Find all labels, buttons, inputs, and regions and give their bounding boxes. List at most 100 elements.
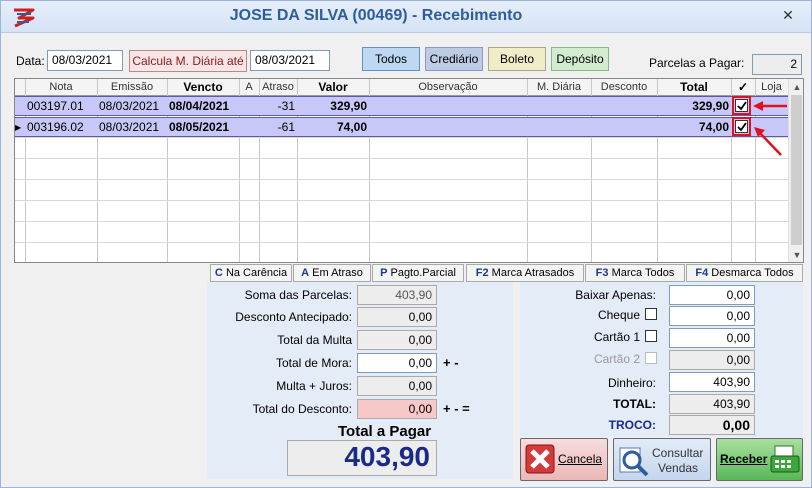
calc-daily-button[interactable]: Calcula M. Diária até [129, 50, 247, 72]
receipt-window: JOSE DA SILVA (00469) - Recebimento ✕ Da… [0, 0, 812, 488]
grid-header: Nota Emissão Vencto A Atraso Valor Obser… [15, 79, 788, 96]
cancel-button[interactable]: Cancela [520, 438, 608, 481]
date-label: Data: [16, 54, 45, 68]
row-vencto: 08/05/2021 [169, 120, 230, 134]
desconto-antecipado-label: Desconto Antecipado: [235, 310, 352, 324]
tab-pagto-parcial[interactable]: P Pagto.Parcial [372, 264, 464, 282]
consult-sales-button[interactable]: Consultar Vendas [613, 438, 711, 481]
col-atraso: Atraso [262, 81, 294, 93]
tab-na-carencia[interactable]: C Na Carência [210, 264, 292, 282]
receive-label: Receber [720, 452, 768, 466]
col-a: A [245, 81, 253, 93]
cancel-x-icon [525, 444, 555, 474]
row-nota: 003197.01 [27, 99, 84, 113]
filter-boleto-button[interactable]: Boleto [488, 47, 546, 71]
row-total: 329,90 [692, 99, 729, 113]
baixar-apenas-field[interactable]: 0,00 [669, 285, 755, 305]
tab-desmarca-todos[interactable]: F4 Desmarca Todos [686, 264, 803, 282]
total-pagar-label: Total a Pagar [338, 423, 432, 440]
scroll-down-icon[interactable]: ▼ [789, 247, 803, 262]
multa-juros-label: Multa + Juros: [276, 379, 352, 393]
installments-grid: Nota Emissão Vencto A Atraso Valor Obser… [14, 78, 804, 263]
calc-date-field[interactable]: 08/03/2021 [250, 50, 330, 71]
filter-deposito-button[interactable]: Depósito [551, 47, 609, 71]
col-emissao: Emissão [110, 81, 154, 93]
soma-label: Soma das Parcelas: [244, 288, 352, 302]
scroll-up-icon[interactable]: ▲ [789, 79, 803, 95]
total-label: TOTAL: [613, 397, 656, 411]
cartao2-field: 0,00 [669, 350, 755, 370]
col-observacao: Observação [418, 81, 478, 93]
date-field[interactable]: 08/03/2021 [47, 50, 123, 71]
row-pointer-icon: ▶ [15, 123, 22, 132]
table-row[interactable]: 003197.01 08/03/2021 08/04/2021 -31 329,… [15, 96, 788, 116]
row-valor: 329,90 [330, 99, 367, 113]
col-desconto: Desconto [600, 81, 648, 93]
soma-field: 403,90 [357, 285, 437, 305]
magnifier-icon [619, 447, 649, 477]
row-total: 74,00 [698, 120, 729, 134]
cartao2-checkbox[interactable] [645, 352, 657, 364]
total-desconto-label: Total do Desconto: [252, 402, 352, 416]
totals-panel: Soma das Parcelas: 403,90 Desconto Antec… [207, 282, 513, 479]
tab-em-atraso[interactable]: A Em Atraso [293, 264, 371, 282]
total-desconto-field[interactable]: 0,00 [357, 399, 437, 419]
multa-juros-field: 0,00 [357, 376, 437, 396]
col-total: Total [680, 80, 708, 94]
tab-marca-todos[interactable]: F3 Marca Todos [585, 264, 685, 282]
window-title: JOSE DA SILVA (00469) - Recebimento [229, 7, 523, 24]
troco-field: 0,00 [669, 415, 755, 435]
highlight-box [732, 96, 751, 115]
mora-ops: + - [443, 355, 459, 370]
total-pagar-field: 403,90 [287, 440, 437, 476]
troco-label: TROCO: [608, 418, 656, 432]
close-icon[interactable]: ✕ [779, 6, 797, 24]
row-atraso: -61 [277, 120, 295, 134]
row-vencto: 08/04/2021 [169, 99, 230, 113]
desconto-ops: + - = [443, 401, 470, 416]
cheque-label: Cheque [597, 308, 640, 322]
title-bar: JOSE DA SILVA (00469) - Recebimento ✕ [1, 1, 811, 33]
cash-register-icon [770, 445, 800, 473]
cartao1-checkbox[interactable] [645, 330, 657, 342]
row-atraso: -31 [277, 99, 295, 113]
tab-marca-atrasados[interactable]: F2 Marca Atrasados [466, 264, 584, 282]
payment-panel: Baixar Apenas: 0,00 Cheque 0,00 Cartão 1… [520, 282, 803, 437]
consult-label-line1: Consultar [652, 446, 704, 460]
col-valor: Valor [318, 80, 348, 94]
receive-button[interactable]: Receber [716, 438, 803, 481]
desconto-antecipado-field: 0,00 [357, 307, 437, 327]
col-loja: Loja [761, 81, 782, 93]
row-emissao: 08/03/2021 [99, 120, 160, 134]
col-nota: Nota [49, 81, 73, 93]
filter-todos-button[interactable]: Todos [362, 47, 420, 71]
cheque-checkbox[interactable] [645, 308, 657, 320]
baixar-apenas-label: Baixar Apenas: [575, 288, 656, 302]
dinheiro-field[interactable]: 403,90 [669, 372, 755, 392]
col-mdiaria: M. Diária [536, 81, 581, 93]
scroll-thumb[interactable] [791, 95, 802, 245]
multa-label: Total da Multa [277, 333, 352, 347]
row-nota: 003196.02 [27, 120, 84, 134]
multa-field: 0,00 [357, 330, 437, 350]
col-vencto: Vencto [183, 80, 223, 94]
annotation-arrow-icon [753, 101, 787, 156]
parcelas-label: Parcelas a Pagar: [649, 56, 745, 70]
grid-scrollbar[interactable]: ▲ ▼ [788, 79, 803, 262]
filter-crediario-button[interactable]: Crediário [425, 47, 483, 71]
cheque-field[interactable]: 0,00 [669, 306, 755, 326]
table-row[interactable]: ▶ 003196.02 08/03/2021 08/05/2021 -61 74… [15, 117, 788, 137]
highlight-box [732, 117, 751, 136]
parcelas-field: 2 [752, 54, 802, 75]
cartao2-label: Cartão 2 [593, 352, 640, 366]
cartao1-field[interactable]: 0,00 [669, 328, 755, 348]
mora-label: Total de Mora: [275, 356, 352, 370]
consult-label-line2: Vendas [658, 461, 699, 475]
cartao1-label: Cartão 1 [593, 330, 640, 344]
dinheiro-label: Dinheiro: [607, 376, 656, 390]
row-valor: 74,00 [336, 120, 367, 134]
cancel-label: Cancela [558, 452, 603, 466]
row-emissao: 08/03/2021 [99, 99, 160, 113]
total-field: 403,90 [669, 394, 755, 414]
mora-field[interactable]: 0,00 [357, 353, 437, 373]
